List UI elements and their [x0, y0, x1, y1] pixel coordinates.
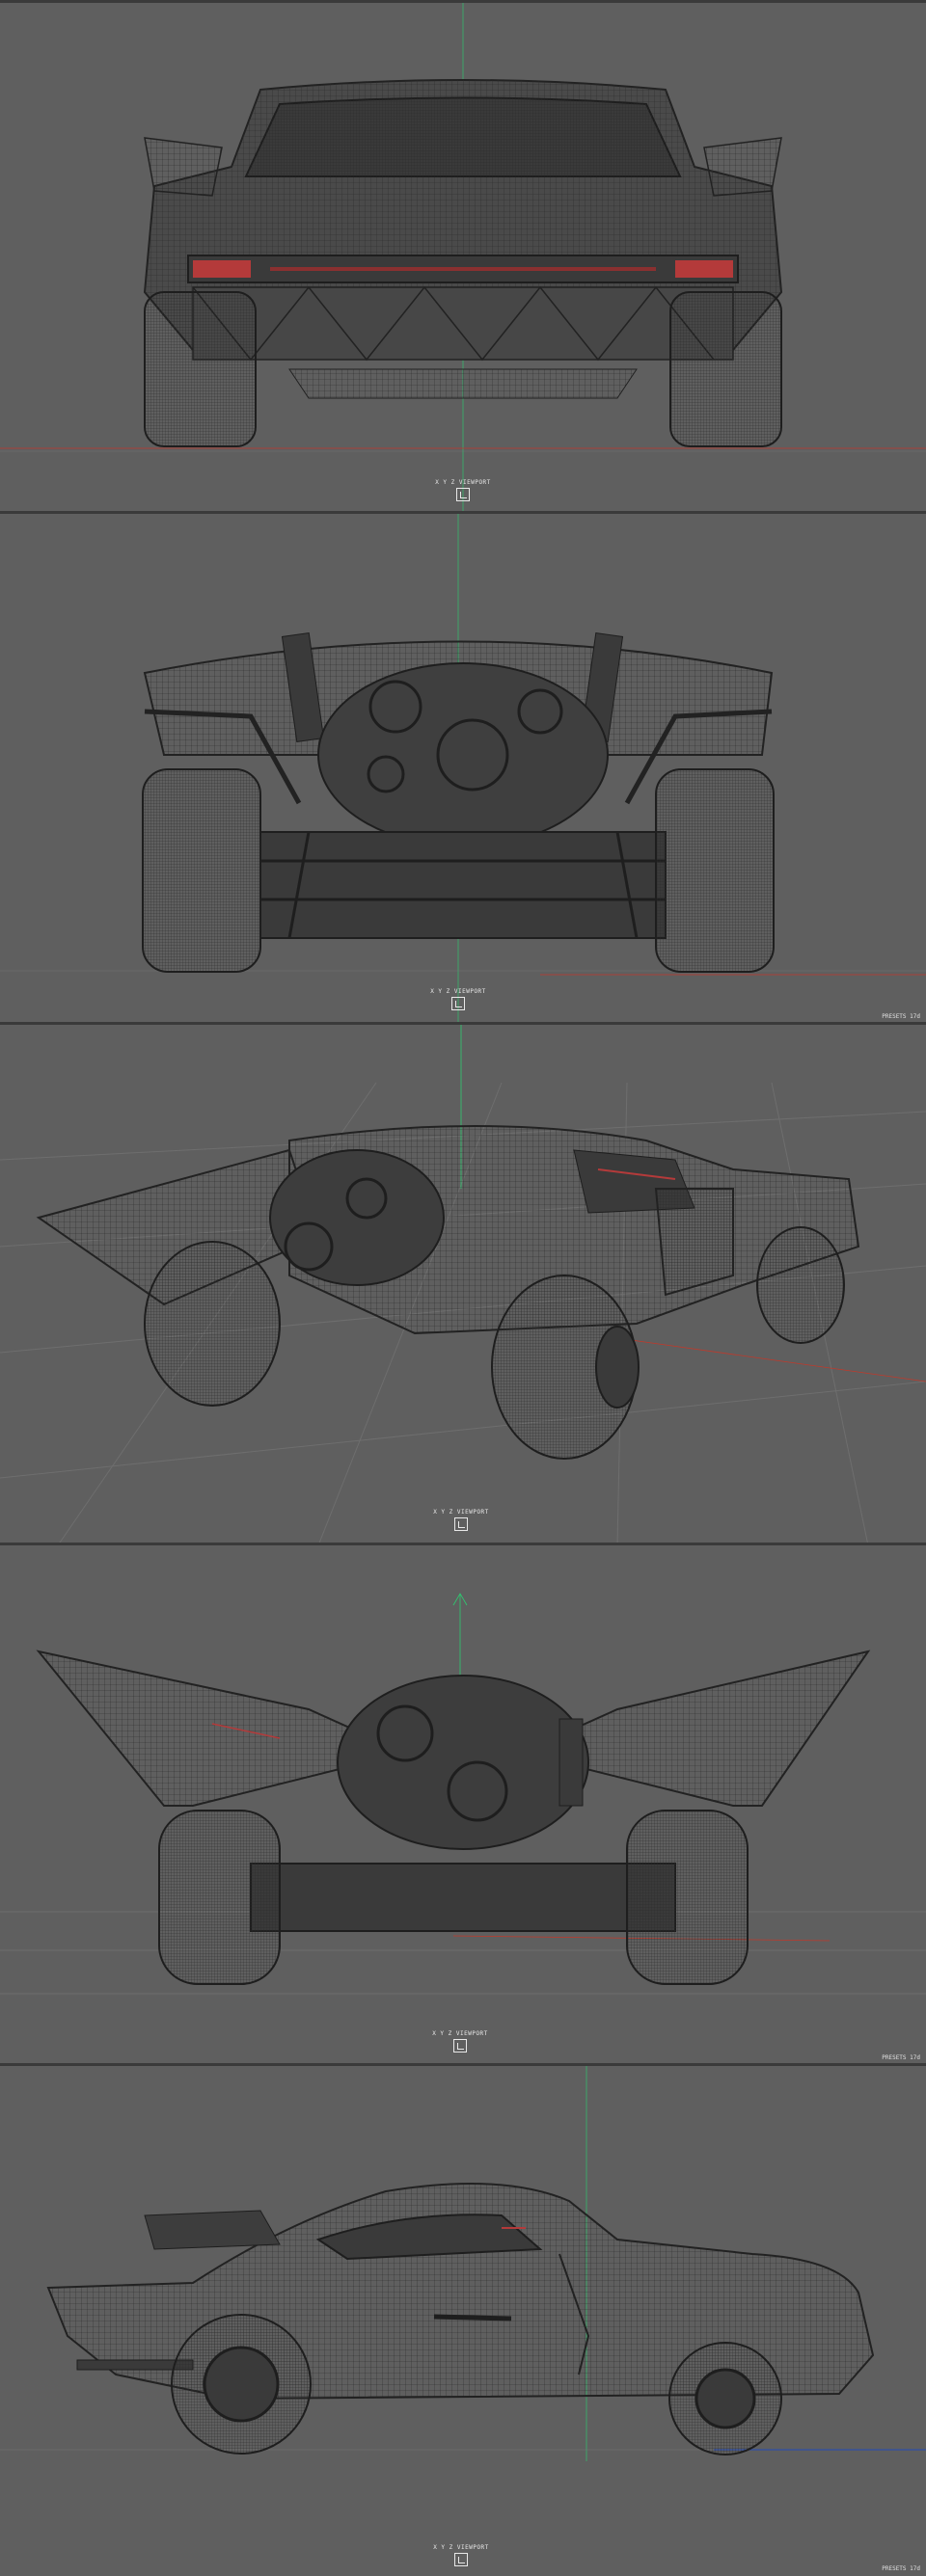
axis-gizmo-icon[interactable] — [454, 1517, 468, 1531]
front-wireframe-render — [0, 514, 926, 1022]
viewport-rear[interactable]: X Y Z VIEWPORT — [0, 0, 926, 511]
front-low-wireframe-render — [0, 1593, 926, 1995]
gizmo-label: X Y Z VIEWPORT — [432, 2030, 488, 2037]
axis-gizmo-icon[interactable] — [451, 997, 465, 1010]
gizmo-label: X Y Z VIEWPORT — [435, 479, 491, 486]
axis-gizmo-icon[interactable] — [454, 2553, 468, 2566]
gizmo-label: X Y Z VIEWPORT — [433, 1509, 489, 1516]
axis-gizmo-icon[interactable] — [456, 488, 470, 501]
side-wireframe-render — [0, 2066, 926, 2461]
preset-stamp: PRESETS 17d — [882, 1013, 920, 1020]
gizmo-label: X Y Z VIEWPORT — [430, 988, 486, 995]
perspective-wireframe-render — [0, 1025, 926, 1543]
rear-wireframe-render — [0, 3, 926, 511]
viewport-front[interactable]: X Y Z VIEWPORT PRESETS 17d — [0, 511, 926, 1022]
preset-stamp: PRESETS 17d — [882, 2054, 920, 2061]
viewport-front-low[interactable]: X Y Z VIEWPORT PRESETS 17d — [0, 1543, 926, 2063]
view-gizmo[interactable]: X Y Z VIEWPORT — [422, 2544, 500, 2566]
view-gizmo[interactable]: X Y Z VIEWPORT — [424, 479, 502, 501]
view-gizmo[interactable]: X Y Z VIEWPORT — [422, 1509, 500, 1531]
gizmo-label: X Y Z VIEWPORT — [433, 2544, 489, 2551]
viewport-side[interactable]: X Y Z VIEWPORT PRESETS 17d — [0, 2063, 926, 2576]
view-gizmo[interactable]: X Y Z VIEWPORT — [420, 988, 497, 1010]
axis-gizmo-icon[interactable] — [453, 2039, 467, 2053]
preset-stamp: PRESETS 17d — [882, 2565, 920, 2572]
view-gizmo[interactable]: X Y Z VIEWPORT — [422, 2030, 499, 2053]
viewport-perspective[interactable]: X Y Z VIEWPORT — [0, 1022, 926, 1543]
